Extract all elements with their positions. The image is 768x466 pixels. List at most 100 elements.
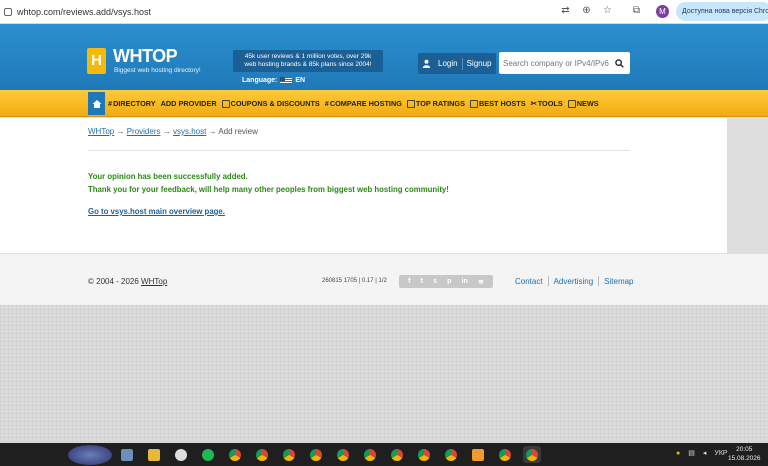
- chrome-icon[interactable]: [415, 446, 433, 463]
- copyright-brand[interactable]: WHTop: [141, 277, 167, 286]
- rss-icon[interactable]: ≋: [478, 278, 484, 286]
- best-hosts-icon: [469, 99, 478, 108]
- logo-text[interactable]: WHTOP: [113, 46, 178, 67]
- coupon-icon: [221, 99, 230, 108]
- breadcrumb-current: Add review: [218, 127, 258, 136]
- nav-add-provider-label: ADD PROVIDER: [160, 99, 217, 108]
- chrome-icon[interactable]: [523, 446, 541, 463]
- nav-add-provider[interactable]: ADD PROVIDER: [161, 99, 217, 108]
- chrome-icon[interactable]: [442, 446, 460, 463]
- news-icon: [567, 99, 576, 108]
- copyright-text: © 2004 - 2026: [88, 277, 142, 286]
- network-icon[interactable]: ▤: [688, 449, 695, 457]
- chrome-icon[interactable]: [280, 446, 298, 463]
- pinterest-icon[interactable]: p: [447, 278, 451, 285]
- breadcrumb-arrow: →: [116, 127, 125, 136]
- logo-icon[interactable]: H: [87, 48, 106, 74]
- tools-icon: ✂: [530, 99, 537, 108]
- chrome-icon[interactable]: [496, 446, 514, 463]
- facebook-icon[interactable]: f: [408, 278, 410, 285]
- chrome-update-button[interactable]: Доступна нова версія Chrome: [676, 2, 768, 21]
- chrome-icon[interactable]: [334, 446, 352, 463]
- signup-link[interactable]: Signup: [463, 59, 496, 68]
- login-link[interactable]: Login: [434, 59, 462, 68]
- logo-tagline: Biggest web hosting directory!: [114, 67, 201, 74]
- nav-coupons-label: COUPONS & DISCOUNTS: [230, 99, 320, 108]
- nav-compare-hosting[interactable]: # COMPARE HOSTING: [325, 99, 402, 108]
- nav-compare-label: COMPARE HOSTING: [329, 99, 402, 108]
- nav-news-label: NEWS: [576, 99, 599, 108]
- nav-tools[interactable]: ✂ TOOLS: [531, 99, 563, 108]
- chrome-icon[interactable]: [388, 446, 406, 463]
- language-indicator[interactable]: УКР: [714, 450, 727, 457]
- url-text[interactable]: whtop.com/reviews.add/vsys.host: [17, 7, 151, 17]
- breadcrumb-arrow: →: [162, 127, 171, 136]
- nav-best-hosts[interactable]: BEST HOSTS: [469, 99, 526, 108]
- nav-directory-label: DIRECTORY: [113, 99, 156, 108]
- stats-line-2: web hosting brands & 85k plans since 200…: [244, 61, 372, 68]
- site-info-icon[interactable]: [4, 7, 12, 16]
- contact-link[interactable]: Contact: [510, 277, 548, 286]
- bookmark-star-icon[interactable]: ☆: [602, 5, 613, 16]
- clock[interactable]: 20:05 15.08.2026: [728, 445, 761, 463]
- start-button-icon[interactable]: [68, 445, 112, 465]
- browser-address-bar[interactable]: whtop.com/reviews.add/vsys.host: [0, 0, 768, 24]
- nav-menu: # DIRECTORY ADD PROVIDER COUPONS & DISCOU…: [108, 90, 599, 117]
- search-input[interactable]: [503, 58, 611, 68]
- spotify-icon[interactable]: [199, 446, 217, 463]
- success-line-1: Your opinion has been successfully added…: [88, 172, 248, 181]
- taskbar-apps: [118, 446, 541, 463]
- nav-tools-label: TOOLS: [537, 99, 563, 108]
- clock-time: 20:05: [736, 446, 753, 453]
- system-tray: ● ▤ ◂ УКР: [676, 449, 728, 458]
- search-icon[interactable]: [611, 58, 627, 68]
- nav-top-ratings-label: TOP RATINGS: [415, 99, 465, 108]
- profile-avatar[interactable]: M: [656, 5, 669, 18]
- success-message: Your opinion has been successfully added…: [88, 170, 449, 196]
- chrome-icon[interactable]: [307, 446, 325, 463]
- app-icon[interactable]: [118, 446, 136, 463]
- stats-line-1: 45k user reviews & 1 million votes, over…: [244, 53, 372, 60]
- home-icon[interactable]: [88, 92, 105, 115]
- advertising-link[interactable]: Advertising: [549, 277, 599, 286]
- perf-stats: 260815 1705 | 0.17 | 1/2: [322, 278, 387, 284]
- breadcrumb-home[interactable]: WHTop: [88, 127, 114, 136]
- address-bar-actions: ⇄ ⊕ ☆ ⧉: [560, 5, 642, 16]
- ratings-icon: [406, 99, 415, 108]
- file-explorer-icon[interactable]: [145, 446, 163, 463]
- language-selector[interactable]: Language: EN: [242, 77, 305, 84]
- app-icon[interactable]: [469, 446, 487, 463]
- breadcrumb-providers[interactable]: Providers: [127, 127, 161, 136]
- translate-icon[interactable]: ⇄: [560, 5, 571, 16]
- breadcrumb-host[interactable]: vsys.host: [173, 127, 206, 136]
- hash-icon: #: [324, 99, 329, 108]
- linkedin-icon[interactable]: in: [462, 278, 468, 285]
- breadcrumb-arrow: →: [208, 127, 217, 136]
- volume-icon[interactable]: ◂: [703, 449, 707, 457]
- language-label: Language:: [242, 77, 278, 84]
- chrome-icon[interactable]: [253, 446, 271, 463]
- footer-links: Contact Advertising Sitemap: [510, 276, 639, 286]
- nav-top-ratings[interactable]: TOP RATINGS: [406, 99, 465, 108]
- tray-icon[interactable]: ●: [676, 450, 680, 457]
- nav-news[interactable]: NEWS: [567, 99, 599, 108]
- zoom-icon[interactable]: ⊕: [581, 5, 592, 16]
- chrome-icon[interactable]: [226, 446, 244, 463]
- wordpress-icon[interactable]: [172, 446, 190, 463]
- twitter-icon[interactable]: t: [421, 278, 423, 285]
- divider: [88, 150, 630, 151]
- page-background: [0, 305, 768, 443]
- skype-icon[interactable]: s: [433, 278, 437, 285]
- nav-directory[interactable]: # DIRECTORY: [108, 99, 156, 108]
- nav-coupons[interactable]: COUPONS & DISCOUNTS: [221, 99, 320, 108]
- auth-box: Login Signup: [418, 53, 496, 74]
- chrome-icon[interactable]: [361, 446, 379, 463]
- overview-link[interactable]: Go to vsys.host main overview page.: [88, 207, 225, 216]
- sitemap-link[interactable]: Sitemap: [599, 277, 638, 286]
- extensions-icon[interactable]: ⧉: [631, 5, 642, 16]
- breadcrumb: WHTop → Providers → vsys.host → Add revi…: [88, 127, 258, 136]
- language-code: EN: [295, 77, 306, 84]
- site-stats-box: 45k user reviews & 1 million votes, over…: [233, 50, 383, 72]
- us-flag-icon: [280, 77, 293, 84]
- side-gutter: [727, 118, 768, 253]
